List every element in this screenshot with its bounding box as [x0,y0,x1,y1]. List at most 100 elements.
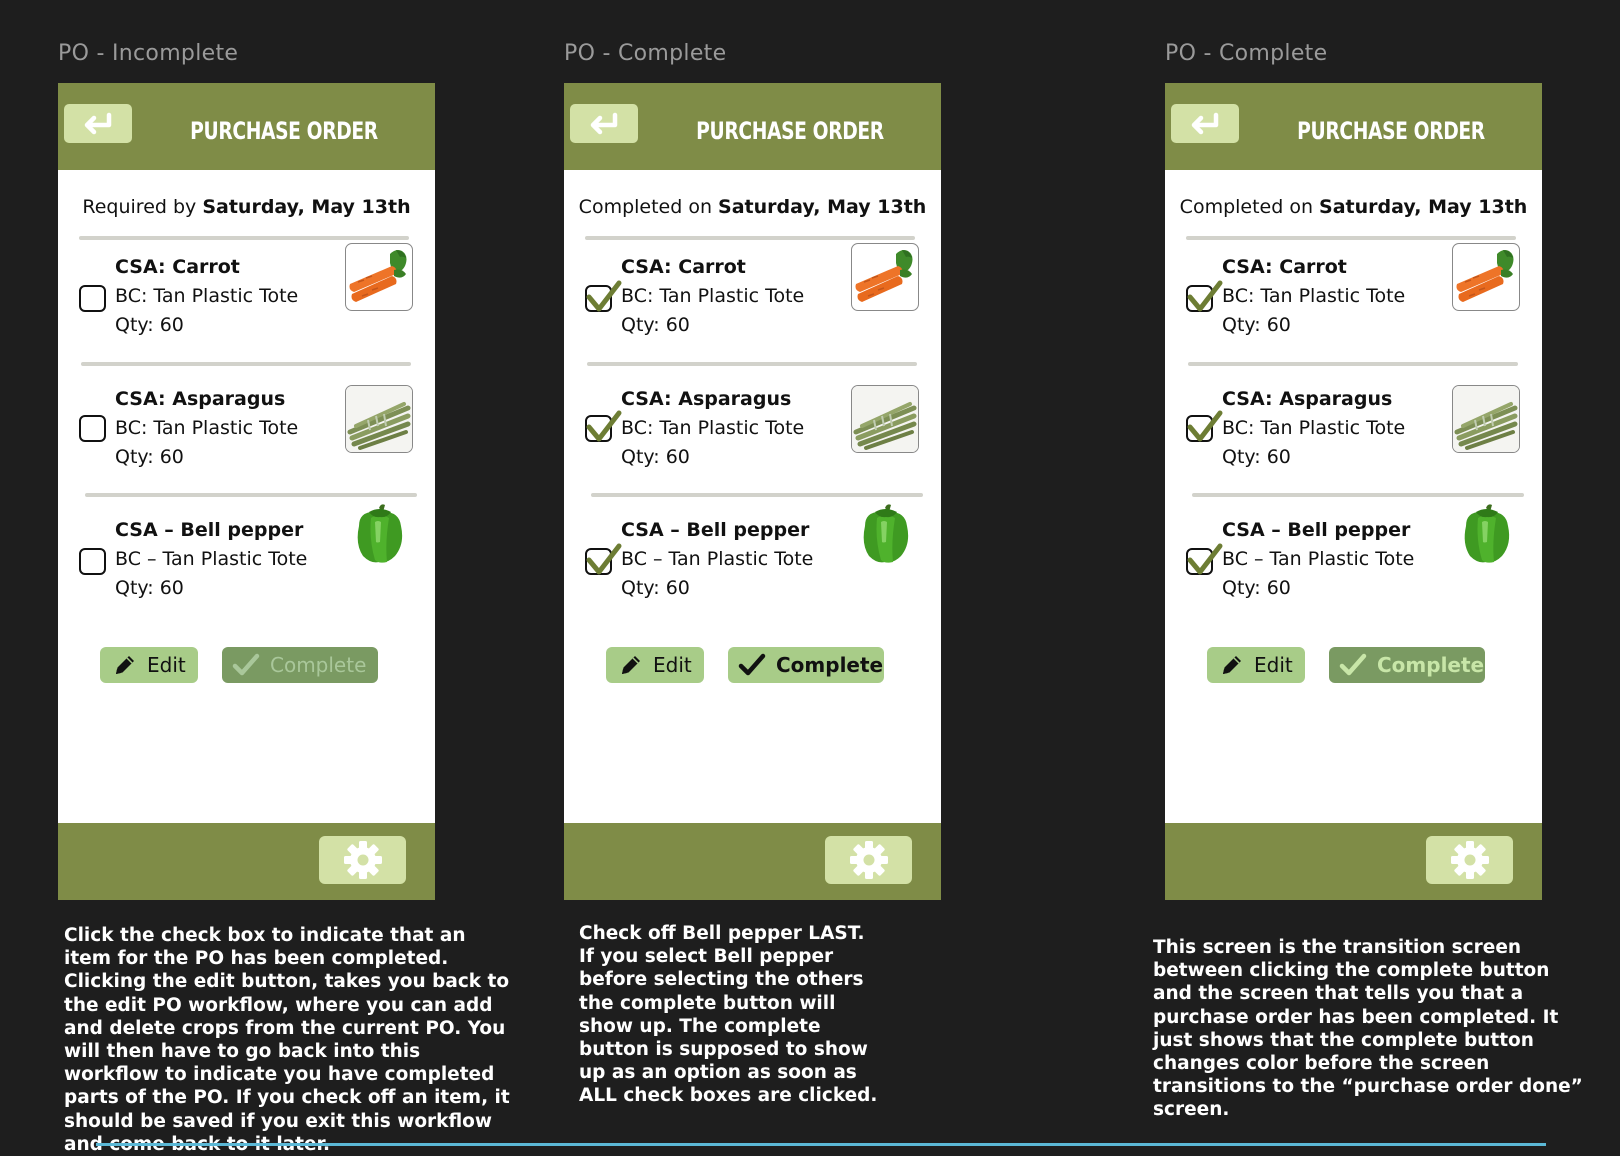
edit-button[interactable]: Edit [1207,647,1305,683]
complete-button[interactable]: Complete [728,647,884,683]
item-quantity: Qty: 60 [1222,577,1291,599]
item-divider [85,493,417,497]
item-divider [81,362,411,366]
list-item: CSA: Carrot BC: Tan Plastic Tote Qty: 60 [564,243,941,353]
item-details: CSA – Bell pepper BC – Tan Plastic Tote Qt… [115,516,307,603]
frame-label-transition: PO - Complete [1165,41,1328,66]
list-item: CSA – Bell pepper BC – Tan Plastic Tote Qt… [58,502,435,616]
item-divider [587,362,917,366]
checkmark-icon [232,653,260,677]
item-checkbox[interactable] [585,410,622,442]
list-item: CSA – Bell pepper BC – Tan Plastic Tote Qt… [564,502,941,616]
bell-pepper-image [1454,502,1520,568]
item-container: BC – Tan Plastic Tote [621,548,814,570]
annotation-note-transition: This screen is the transition screen bet… [1153,937,1583,1121]
item-container: BC: Tan Plastic Tote [621,417,805,439]
po-date-line: Completed on Saturday, May 13th [564,196,941,218]
asparagus-image [1452,385,1520,453]
return-arrow-icon [587,112,621,136]
complete-button[interactable]: Complete [222,647,378,683]
item-container: BC: Tan Plastic Tote [621,285,805,307]
item-checkbox[interactable] [585,280,622,312]
app-header: PURCHASE ORDER [564,83,941,170]
settings-button[interactable] [319,836,406,884]
item-quantity: Qty: 60 [115,577,184,599]
item-quantity: Qty: 60 [621,577,690,599]
date-prefix: Completed on [578,196,719,218]
app-footer [564,823,941,900]
checkmark-icon [1339,653,1367,677]
list-item: CSA: Asparagus BC: Tan Plastic Tote Qty: 6… [58,385,435,485]
date-prefix: Required by [82,196,203,218]
annotation-note-incomplete: Click the check box to indicate that an … [64,925,510,1155]
item-checkbox[interactable] [79,548,106,575]
item-details: CSA: Carrot BC: Tan Plastic Tote Qty: 60 [621,253,804,340]
edit-label: Edit [653,653,692,677]
phone-screen: PURCHASE ORDER Required by Saturday, May … [58,83,435,900]
item-checkbox[interactable] [1186,543,1223,575]
item-quantity: Qty: 60 [1222,314,1291,336]
gear-icon [343,840,383,880]
po-date-line: Completed on Saturday, May 13th [1165,196,1542,218]
item-name: CSA: Asparagus [621,388,792,410]
item-details: CSA: Carrot BC: Tan Plastic Tote Qty: 60 [115,253,298,340]
item-name: CSA: Carrot [1222,256,1347,278]
complete-button[interactable]: Complete [1329,647,1485,683]
edit-label: Edit [147,653,186,677]
item-checkbox[interactable] [79,415,106,442]
checkmark-icon [738,653,766,677]
app-header: PURCHASE ORDER [1165,83,1542,170]
pencil-icon [112,652,138,678]
back-button[interactable] [1171,104,1239,143]
date-prefix: Completed on [1179,196,1320,218]
item-quantity: Qty: 60 [621,446,690,468]
item-container: BC: Tan Plastic Tote [115,417,299,439]
item-divider [79,236,409,240]
item-container: BC – Tan Plastic Tote [115,548,308,570]
return-arrow-icon [1188,112,1222,136]
page-title: PURCHASE ORDER [696,117,884,145]
item-checkbox[interactable] [1186,280,1223,312]
app-header: PURCHASE ORDER [58,83,435,170]
settings-button[interactable] [1426,836,1513,884]
pencil-icon [618,652,644,678]
item-name: CSA: Asparagus [1222,388,1393,410]
item-quantity: Qty: 60 [621,314,690,336]
item-details: CSA – Bell pepper BC – Tan Plastic Tote Qt… [621,516,813,603]
item-checkbox[interactable] [1186,410,1223,442]
edit-label: Edit [1254,653,1293,677]
item-details: CSA: Asparagus BC: Tan Plastic Tote Qty: 6… [115,385,298,472]
edit-button[interactable]: Edit [606,647,704,683]
asparagus-image [345,385,413,453]
list-item: CSA: Asparagus BC: Tan Plastic Tote Qty: 6… [564,385,941,485]
back-button[interactable] [570,104,638,143]
list-item: CSA: Carrot BC: Tan Plastic Tote Qty: 60 [1165,243,1542,353]
complete-label: Complete [1377,653,1485,677]
pencil-icon [1219,652,1245,678]
app-footer [1165,823,1542,900]
asparagus-image [851,385,919,453]
item-name: CSA – Bell pepper [115,519,304,541]
phone-screen: PURCHASE ORDER Completed on Saturday, May… [564,83,941,900]
item-divider [1192,493,1524,497]
item-container: BC: Tan Plastic Tote [1222,285,1406,307]
list-item: CSA – Bell pepper BC – Tan Plastic Tote Qt… [1165,502,1542,616]
carrot-image [345,243,413,311]
gear-icon [1450,840,1490,880]
back-button[interactable] [64,104,132,143]
edit-button[interactable]: Edit [100,647,198,683]
frame-label-incomplete: PO - Incomplete [58,41,239,66]
item-divider [591,493,923,497]
po-date-line: Required by Saturday, May 13th [58,196,435,218]
settings-button[interactable] [825,836,912,884]
item-name: CSA: Carrot [621,256,746,278]
item-quantity: Qty: 60 [115,446,184,468]
bell-pepper-image [347,502,413,568]
item-quantity: Qty: 60 [115,314,184,336]
annotation-note-complete: Check off Bell pepper LAST. If you selec… [579,923,878,1107]
page-title: PURCHASE ORDER [1297,117,1485,145]
item-checkbox[interactable] [79,285,106,312]
item-checkbox[interactable] [585,543,622,575]
date-value: Saturday, May 13th [1319,196,1528,218]
list-item: CSA: Carrot BC: Tan Plastic Tote Qty: 60 [58,243,435,353]
